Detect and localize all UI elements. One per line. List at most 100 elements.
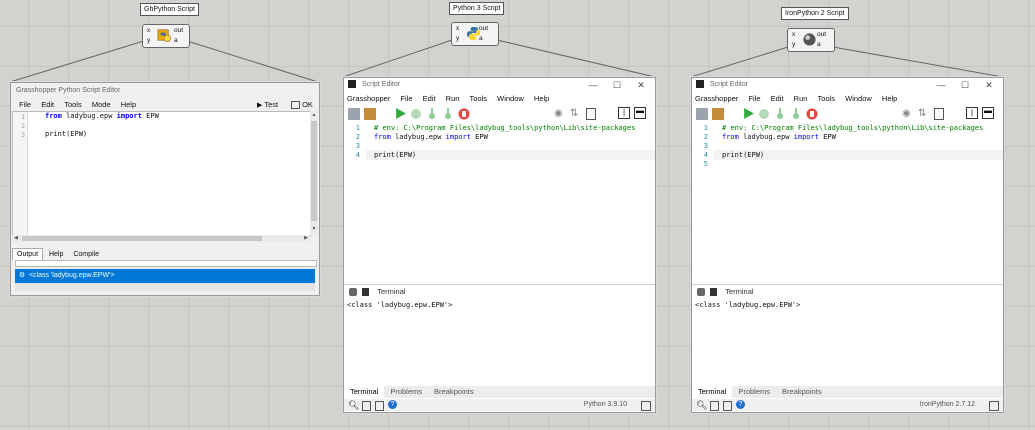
menu-run[interactable]: Run	[794, 93, 808, 104]
menu-edit[interactable]: Edit	[41, 99, 54, 110]
save-icon[interactable]	[696, 108, 708, 120]
tab-compile[interactable]: Compile	[69, 249, 103, 260]
menu-edit[interactable]: Edit	[771, 93, 784, 104]
run-icon[interactable]	[394, 107, 407, 120]
code-editor[interactable]: 1 2 3 4 # env: C:\Program Files\ladybug_…	[344, 123, 655, 283]
panel-left-icon[interactable]: |	[966, 107, 978, 119]
scroll-up-icon[interactable]: ▲	[310, 111, 318, 119]
menu-run[interactable]: Run	[446, 93, 460, 104]
input-y[interactable]: y	[456, 35, 459, 42]
vertical-scrollbar[interactable]: ▲ ▼	[310, 111, 318, 235]
ghpython-component[interactable]: x y out a	[142, 24, 190, 48]
menu-file[interactable]: File	[748, 93, 760, 104]
tab-problems[interactable]: Problems	[732, 386, 776, 398]
menu-window[interactable]: Window	[497, 93, 524, 104]
output-a[interactable]: a	[174, 37, 178, 44]
run-debug-icon[interactable]	[758, 108, 770, 120]
output-a[interactable]: a	[817, 41, 821, 48]
trash-icon[interactable]	[362, 288, 370, 297]
menu-window[interactable]: Window	[845, 93, 872, 104]
menu-grasshopper[interactable]: Grasshopper	[347, 93, 390, 104]
search-icon[interactable]: 🔍︎	[348, 400, 359, 410]
output-row[interactable]: ⚙ <class 'ladybug.epw.EPW'>	[15, 269, 315, 283]
step-over-icon[interactable]	[426, 108, 438, 120]
maximize-icon[interactable]: ☐	[606, 78, 628, 92]
copy-icon[interactable]	[697, 288, 705, 297]
step-over-icon[interactable]	[774, 108, 786, 120]
file-alt-icon[interactable]	[375, 401, 384, 411]
menu-mode[interactable]: Mode	[92, 99, 111, 110]
tab-terminal[interactable]: Terminal	[692, 386, 733, 398]
layout-icon[interactable]	[641, 401, 651, 411]
file-icon[interactable]	[362, 401, 371, 411]
menu-tools[interactable]: Tools	[470, 93, 488, 104]
hscroll-thumb[interactable]	[22, 236, 262, 241]
tab-help[interactable]: Help	[45, 249, 67, 260]
minimize-icon[interactable]: —	[930, 78, 952, 92]
scroll-left-icon[interactable]: ◀	[14, 235, 18, 242]
tab-breakpoints[interactable]: Breakpoints	[428, 386, 480, 398]
panel-bottom-icon[interactable]: ▬	[634, 107, 646, 119]
tab-terminal[interactable]: Terminal	[344, 386, 385, 398]
output-out[interactable]: out	[479, 25, 488, 32]
help-icon[interactable]: ?	[388, 400, 397, 409]
output-a[interactable]: a	[479, 35, 483, 42]
menu-help[interactable]: Help	[121, 99, 136, 110]
search-icon[interactable]: 🔍︎	[696, 400, 707, 410]
menu-file[interactable]: File	[19, 99, 31, 110]
stop-icon[interactable]	[458, 108, 470, 120]
package-icon[interactable]	[364, 108, 376, 120]
code-editor[interactable]: 1 2 3 4 5 # env: C:\Program Files\ladybu…	[692, 123, 1003, 283]
panel-bottom-icon[interactable]: ▬	[982, 107, 994, 119]
menu-edit[interactable]: Edit	[423, 93, 436, 104]
step-out-icon[interactable]	[442, 108, 454, 120]
ironpython-component[interactable]: x y out a	[787, 28, 835, 52]
scroll-down-icon[interactable]: ▼	[310, 225, 318, 233]
help-icon[interactable]: ?	[736, 400, 745, 409]
copy-icon[interactable]	[349, 288, 357, 297]
run-debug-icon[interactable]	[410, 108, 422, 120]
output-out[interactable]: out	[174, 27, 183, 34]
stop-icon[interactable]	[806, 108, 818, 120]
tab-problems[interactable]: Problems	[384, 386, 428, 398]
test-button[interactable]: ▶ Test	[257, 99, 278, 111]
document-icon[interactable]	[586, 108, 596, 120]
save-icon[interactable]	[348, 108, 360, 120]
output-out[interactable]: out	[817, 31, 826, 38]
layout-icon[interactable]	[989, 401, 999, 411]
python3-component[interactable]: x y out a	[451, 22, 499, 46]
menu-help[interactable]: Help	[534, 93, 549, 104]
input-y[interactable]: y	[792, 41, 795, 48]
tab-output[interactable]: Output	[12, 248, 44, 260]
minimize-icon[interactable]: —	[582, 78, 604, 92]
input-x[interactable]: x	[147, 27, 150, 34]
eye-icon[interactable]: ◉	[902, 108, 914, 120]
document-icon[interactable]	[934, 108, 944, 120]
input-y[interactable]: y	[147, 37, 150, 44]
panel-left-icon[interactable]: |	[618, 107, 630, 119]
menu-help[interactable]: Help	[882, 93, 897, 104]
file-alt-icon[interactable]	[723, 401, 732, 411]
input-x[interactable]: x	[792, 31, 795, 38]
menu-tools[interactable]: Tools	[818, 93, 836, 104]
file-icon[interactable]	[710, 401, 719, 411]
close-icon[interactable]: ✕	[978, 78, 1000, 92]
ok-button[interactable]: OK	[291, 99, 313, 110]
align-icon[interactable]: ⇅	[918, 108, 930, 120]
menu-file[interactable]: File	[400, 93, 412, 104]
horizontal-scrollbar[interactable]: ◀ ▶	[12, 235, 310, 242]
scrollbar-thumb[interactable]	[311, 121, 317, 221]
step-out-icon[interactable]	[790, 108, 802, 120]
run-icon[interactable]	[742, 107, 755, 120]
trash-icon[interactable]	[710, 288, 718, 297]
close-icon[interactable]: ✕	[630, 78, 652, 92]
maximize-icon[interactable]: ☐	[954, 78, 976, 92]
package-icon[interactable]	[712, 108, 724, 120]
scroll-right-icon[interactable]: ▶	[304, 235, 308, 242]
align-icon[interactable]: ⇅	[570, 108, 582, 120]
eye-icon[interactable]: ◉	[554, 108, 566, 120]
menu-tools[interactable]: Tools	[64, 99, 82, 110]
input-x[interactable]: x	[456, 25, 459, 32]
tab-breakpoints[interactable]: Breakpoints	[776, 386, 828, 398]
menu-grasshopper[interactable]: Grasshopper	[695, 93, 738, 104]
